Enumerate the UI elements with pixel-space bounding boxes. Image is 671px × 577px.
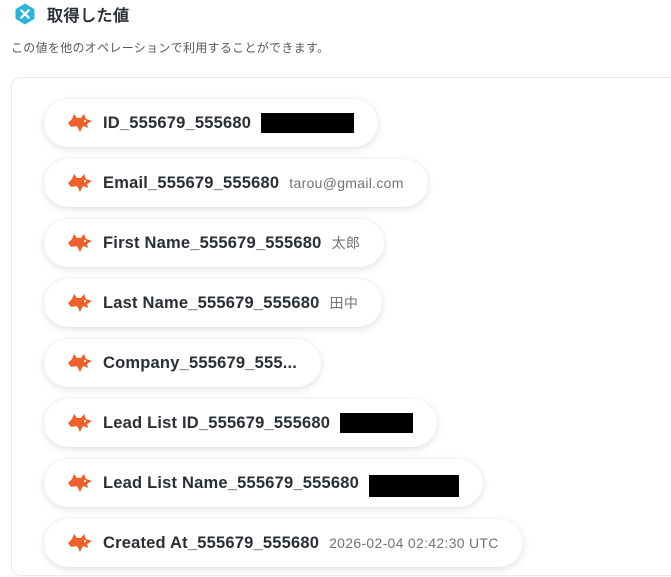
value-label: ID_555679_555680 [103, 113, 252, 132]
value-text: 2026-02-04 02:42:30 UTC [329, 535, 499, 551]
redacted-value [340, 413, 414, 433]
value-chip-id[interactable]: ID_555679_555680 [44, 99, 379, 147]
fox-icon [67, 293, 93, 313]
value-label: Company_555679_555... [103, 353, 298, 372]
value-chip-lead-list-name[interactable]: Lead List Name_555679_555680 [44, 459, 484, 507]
fox-icon [67, 353, 93, 373]
value-text: 太郎 [331, 235, 361, 251]
value-chip-last-name[interactable]: Last Name_555679_555680 田中 [44, 279, 383, 327]
fox-icon [67, 533, 93, 553]
value-chip-company[interactable]: Company_555679_555... [44, 339, 322, 387]
section-title: 取得した値 [47, 8, 130, 25]
value-chip-email[interactable]: Email_555679_555680 tarou@gmail.com [44, 159, 428, 207]
redacted-value [261, 113, 355, 133]
fox-icon [67, 173, 93, 193]
section-subtitle: この値を他のオペレーションで利用することができます。 [11, 41, 330, 55]
value-text: tarou@gmail.com [289, 175, 404, 191]
value-text: 田中 [329, 295, 359, 311]
value-label: Created At_555679_555680 [103, 533, 320, 552]
value-label: Lead List ID_555679_555680 [103, 413, 331, 432]
output-values-panel: ID_555679_555680 Email_555679_555680 tar… [11, 77, 671, 576]
value-label: Lead List Name_555679_555680 [103, 473, 360, 492]
fox-icon [67, 413, 93, 433]
redacted-value [369, 475, 460, 497]
section-header: 取得した値 [13, 1, 130, 27]
yoom-x-icon [13, 2, 37, 26]
value-label: First Name_555679_555680 [103, 233, 322, 252]
value-chip-first-name[interactable]: First Name_555679_555680 太郎 [44, 219, 385, 267]
value-chip-created-at[interactable]: Created At_555679_555680 2026-02-04 02:4… [44, 519, 523, 567]
fox-icon [67, 113, 93, 133]
value-label: Email_555679_555680 [103, 173, 280, 192]
fox-icon [67, 233, 93, 253]
fox-icon [67, 473, 93, 493]
value-label: Last Name_555679_555680 [103, 293, 320, 312]
value-chip-lead-list-id[interactable]: Lead List ID_555679_555680 [44, 399, 438, 447]
